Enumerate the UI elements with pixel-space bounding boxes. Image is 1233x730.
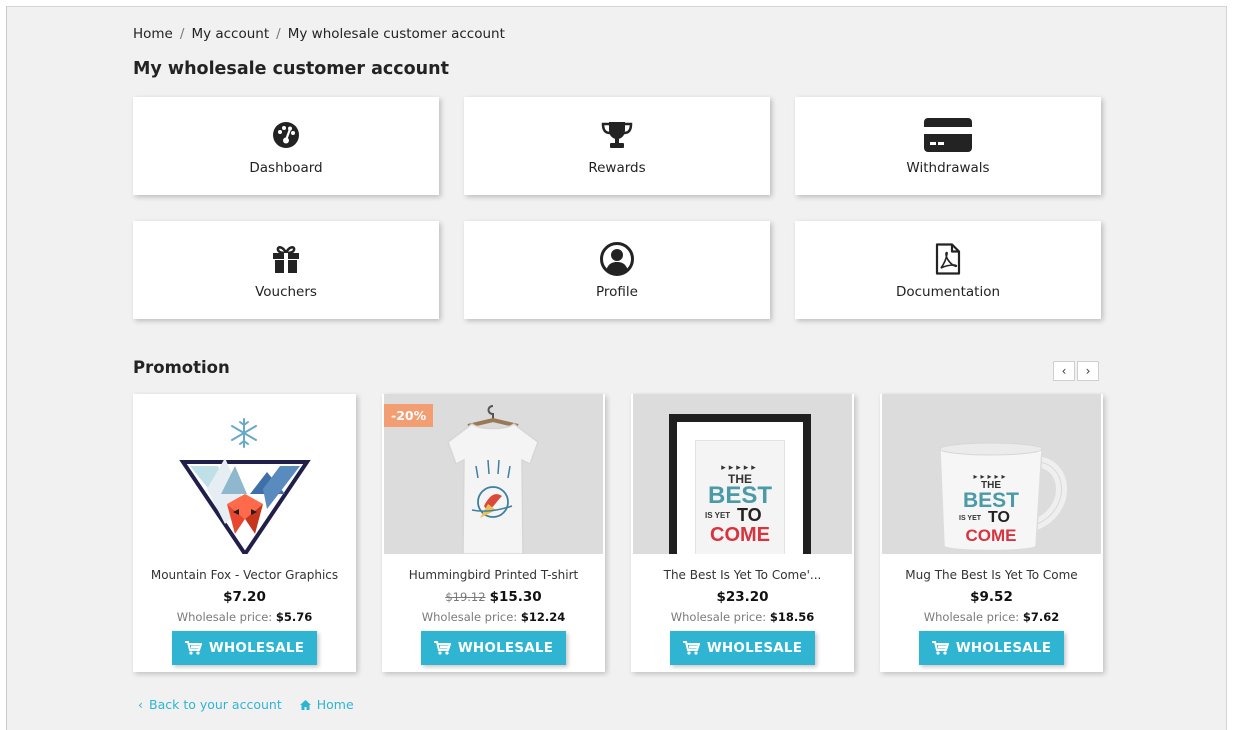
pdf-document-icon <box>795 239 1101 279</box>
breadcrumb-current: My wholesale customer account <box>287 26 505 42</box>
wholesale-button-label: WHOLESALE <box>706 640 803 656</box>
breadcrumb-separator: / <box>276 26 281 42</box>
artwork-line-isyet: IS YET <box>705 511 731 520</box>
page-frame: Home / My account / My wholesale customer ac… <box>6 6 1227 730</box>
wholesale-price-value: $5.76 <box>275 610 313 624</box>
product-card[interactable]: Mountain Fox - Vector Graphics $7.20 Who… <box>133 394 356 672</box>
trophy-icon <box>464 115 770 155</box>
product-current-price: $7.20 <box>223 589 266 605</box>
wholesale-price-value: $18.56 <box>769 610 815 624</box>
gift-icon <box>133 239 439 279</box>
breadcrumb-separator: / <box>179 26 185 42</box>
product-card[interactable]: -20% Hummingbird Printed T-shirt $19.12 $… <box>382 394 605 672</box>
wholesale-button-label: WHOLESALE <box>208 640 305 656</box>
wholesale-price-row: Wholesale price: $7.62 <box>880 610 1103 624</box>
artwork-line-come: COME <box>965 526 1017 545</box>
product-card[interactable]: ▸▸▸▸▸ THE BEST IS YET TO COME The Best I… <box>631 394 854 672</box>
product-image[interactable]: -20% <box>384 394 603 554</box>
wholesale-button[interactable]: WHOLESALE <box>172 631 317 665</box>
product-image[interactable] <box>135 394 354 554</box>
dashboard-gauge-icon <box>133 115 439 155</box>
product-image[interactable]: ▸▸▸▸▸ THE BEST IS YET TO COME <box>633 394 852 554</box>
breadcrumb-my-account[interactable]: My account <box>191 26 269 42</box>
product-price: $19.12 $15.30 <box>382 589 605 605</box>
breadcrumb-home[interactable]: Home <box>133 26 173 42</box>
product-current-price: $9.52 <box>970 589 1013 605</box>
tile-rewards[interactable]: Rewards <box>464 97 770 195</box>
tile-profile[interactable]: Profile <box>464 221 770 319</box>
product-price: $9.52 <box>880 589 1103 605</box>
page-title: My wholesale customer account <box>133 59 449 79</box>
wholesale-price-label: Wholesale price: <box>421 610 518 624</box>
tile-label: Withdrawals <box>906 160 990 176</box>
back-to-account-link[interactable]: ‹ Back to your account <box>138 697 282 712</box>
home-link[interactable]: Home <box>299 697 354 712</box>
cart-icon <box>433 641 451 655</box>
discount-badge: -20% <box>384 404 434 427</box>
product-card[interactable]: ▸▸▸▸▸ THE BEST IS YET TO COME Mug The Be… <box>880 394 1103 672</box>
artwork-line-isyet: IS YET <box>959 515 982 522</box>
tile-vouchers[interactable]: Vouchers <box>133 221 439 319</box>
wholesale-button[interactable]: WHOLESALE <box>670 631 815 665</box>
product-name[interactable]: Mug The Best Is Yet To Come <box>880 568 1103 582</box>
promotion-title: Promotion <box>133 358 230 377</box>
footer-links: ‹ Back to your account Home <box>138 697 354 712</box>
carousel-nav: ‹ › <box>1053 361 1099 381</box>
tile-label: Profile <box>596 284 638 300</box>
product-name[interactable]: The Best Is Yet To Come'... <box>631 568 854 582</box>
wholesale-price-label: Wholesale price: <box>176 610 273 624</box>
user-circle-icon <box>464 239 770 279</box>
product-name[interactable]: Mountain Fox - Vector Graphics <box>133 568 356 582</box>
wholesale-price-value: $12.24 <box>520 610 566 624</box>
tile-label: Rewards <box>588 160 646 176</box>
tile-documentation[interactable]: Documentation <box>795 221 1101 319</box>
cart-icon <box>931 641 949 655</box>
product-name[interactable]: Hummingbird Printed T-shirt <box>382 568 605 582</box>
artwork-line-to: TO <box>988 509 1010 526</box>
wholesale-price-row: Wholesale price: $12.24 <box>382 610 605 624</box>
product-price: $7.20 <box>133 589 356 605</box>
carousel-prev-button[interactable]: ‹ <box>1053 361 1075 381</box>
chevron-left-icon: ‹ <box>138 697 143 712</box>
wholesale-price-row: Wholesale price: $5.76 <box>133 610 356 624</box>
wholesale-button-label: WHOLESALE <box>955 640 1052 656</box>
tile-label: Vouchers <box>255 284 317 300</box>
wholesale-price-label: Wholesale price: <box>923 610 1020 624</box>
product-price: $23.20 <box>631 589 854 605</box>
wholesale-price-value: $7.62 <box>1022 610 1060 624</box>
tile-withdrawals[interactable]: Withdrawals <box>795 97 1101 195</box>
cart-icon <box>682 641 700 655</box>
snowflake-icon <box>231 418 257 448</box>
credit-card-icon <box>795 115 1101 155</box>
breadcrumb: Home / My account / My wholesale customer ac… <box>133 26 505 42</box>
wholesale-price-row: Wholesale price: $18.56 <box>631 610 854 624</box>
back-to-account-label: Back to your account <box>149 697 282 712</box>
tile-label: Documentation <box>895 284 1001 300</box>
artwork-line-come: COME <box>710 524 770 546</box>
product-current-price: $23.20 <box>716 589 769 605</box>
product-image[interactable]: ▸▸▸▸▸ THE BEST IS YET TO COME <box>882 394 1101 554</box>
tile-dashboard[interactable]: Dashboard <box>133 97 439 195</box>
home-icon <box>299 699 311 710</box>
wholesale-price-label: Wholesale price: <box>670 610 767 624</box>
cart-icon <box>184 641 202 655</box>
wholesale-button[interactable]: WHOLESALE <box>421 631 566 665</box>
tile-label: Dashboard <box>249 160 323 176</box>
home-link-label: Home <box>316 697 354 712</box>
product-current-price: $15.30 <box>489 589 542 605</box>
product-old-price: $19.12 <box>445 590 486 604</box>
carousel-next-button[interactable]: › <box>1077 361 1099 381</box>
wholesale-button-label: WHOLESALE <box>457 640 554 656</box>
wholesale-button[interactable]: WHOLESALE <box>919 631 1064 665</box>
artwork-line-to: TO <box>737 505 762 525</box>
